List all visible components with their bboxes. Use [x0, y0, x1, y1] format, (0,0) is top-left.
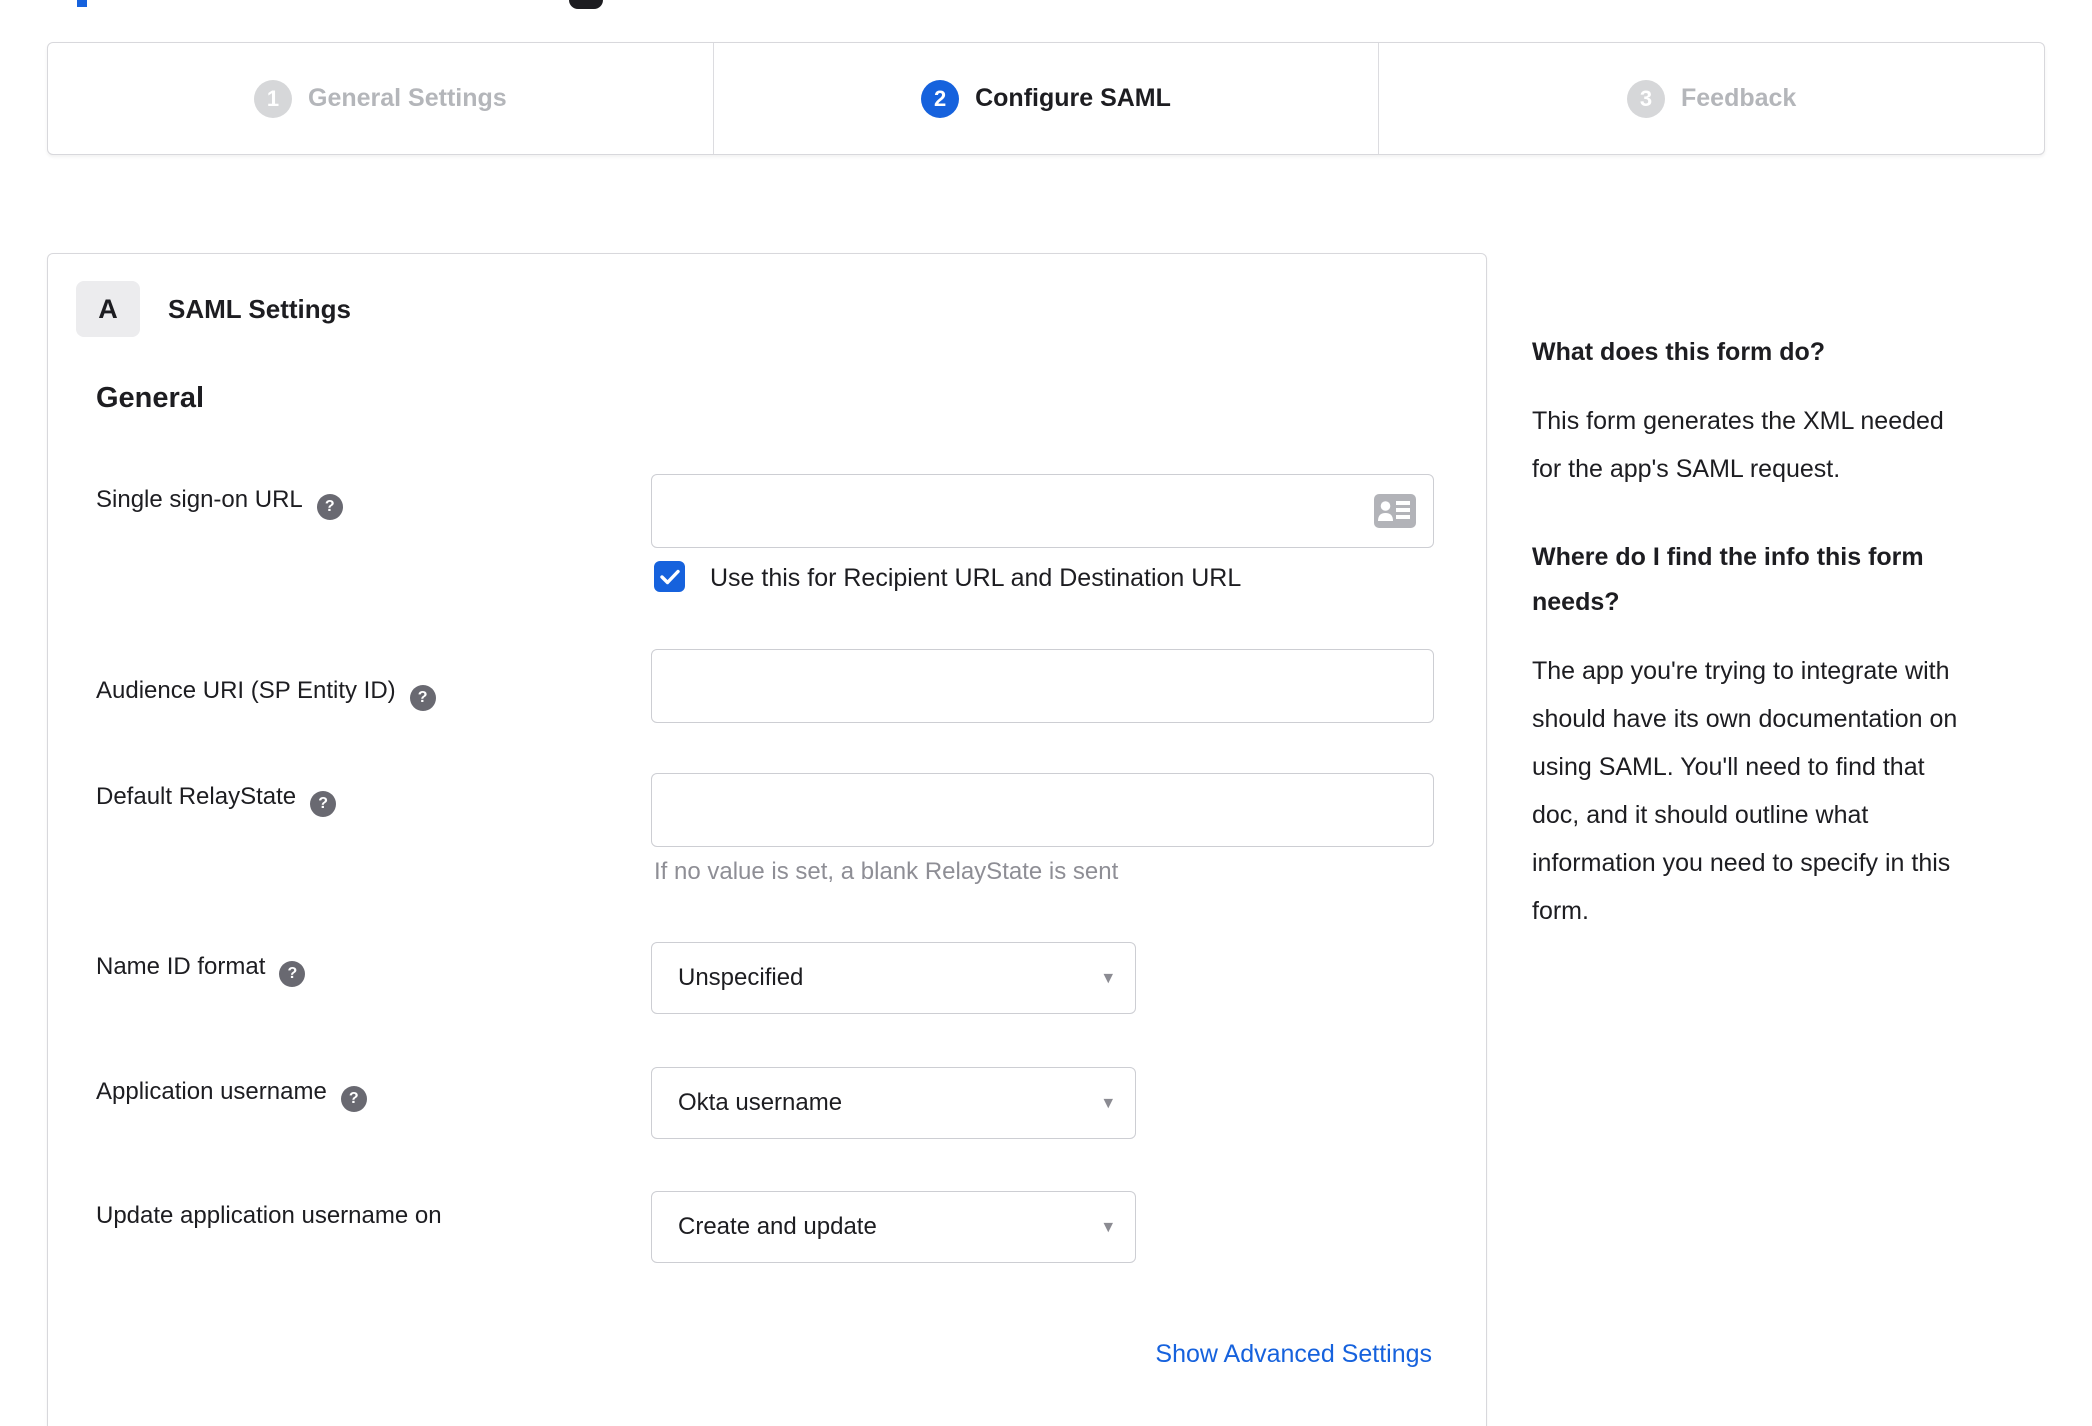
help-icon[interactable]: ?	[279, 961, 306, 987]
step-1-number-badge: 1	[254, 79, 292, 118]
audience-uri-input[interactable]	[651, 649, 1434, 723]
sidebar-heading-what: What does this form do?	[1532, 338, 1826, 366]
default-relaystate-input[interactable]	[651, 773, 1434, 847]
checkmark-icon	[659, 569, 680, 584]
application-username-select[interactable]: Okta username ▾	[651, 1067, 1136, 1139]
help-sidebar: What does this form do? This form genera…	[1532, 330, 2046, 977]
chevron-down-icon: ▾	[1103, 1092, 1113, 1114]
cutoff-dark-artifact	[569, 0, 603, 9]
update-application-username-label: Update application username on	[96, 1202, 442, 1229]
step-3-label: Feedback	[1681, 84, 1797, 112]
audience-uri-label: Audience URI (SP Entity ID)?	[96, 677, 436, 711]
section-a-badge: A	[76, 281, 140, 337]
step-2-number-badge: 2	[921, 79, 960, 118]
step-2-label: Configure SAML	[975, 84, 1171, 112]
help-icon[interactable]: ?	[310, 791, 337, 817]
chevron-down-icon: ▾	[1103, 967, 1113, 989]
sidebar-paragraph-what: This form generates the XML needed for t…	[1532, 407, 1944, 483]
recipient-url-checkbox-label[interactable]: Use this for Recipient URL and Destinati…	[710, 564, 1241, 593]
help-icon[interactable]: ?	[316, 494, 343, 520]
name-id-format-value: Unspecified	[678, 964, 804, 991]
sidebar-heading-where: Where do I find the info this form needs…	[1532, 543, 1924, 616]
step-feedback[interactable]: 3 Feedback	[1378, 43, 2044, 154]
application-username-value: Okta username	[678, 1089, 843, 1116]
update-application-username-value: Create and update	[678, 1213, 877, 1240]
relaystate-hint: If no value is set, a blank RelayState i…	[654, 858, 1119, 885]
step-3-number-badge: 3	[1627, 79, 1665, 118]
name-id-format-label: Name ID format?	[96, 953, 306, 987]
update-application-username-select[interactable]: Create and update ▾	[651, 1191, 1136, 1263]
name-id-format-select[interactable]: Unspecified ▾	[651, 942, 1136, 1014]
step-configure-saml[interactable]: 2 Configure SAML	[712, 43, 1379, 154]
sso-url-label: Single sign-on URL?	[96, 486, 343, 520]
cutoff-blue-artifact	[77, 0, 87, 7]
configure-saml-page: 1 General Settings 2 Configure SAML 3 Fe…	[0, 0, 2092, 1426]
help-icon[interactable]: ?	[409, 685, 436, 711]
sidebar-paragraph-where: The app you're trying to integrate with …	[1532, 657, 1958, 925]
recipient-url-checkbox[interactable]	[654, 561, 685, 592]
sso-url-input[interactable]	[651, 474, 1434, 548]
section-title: SAML Settings	[168, 294, 351, 324]
help-icon[interactable]: ?	[340, 1086, 367, 1112]
saml-settings-panel: A SAML Settings General Single sign-on U…	[47, 253, 1487, 1426]
wizard-stepper: 1 General Settings 2 Configure SAML 3 Fe…	[47, 42, 2045, 155]
group-title-general: General	[96, 382, 204, 414]
step-1-label: General Settings	[308, 84, 507, 112]
show-advanced-settings-link[interactable]: Show Advanced Settings	[1155, 1340, 1432, 1369]
chevron-down-icon: ▾	[1103, 1216, 1113, 1238]
application-username-label: Application username?	[96, 1078, 367, 1112]
default-relaystate-label: Default RelayState?	[96, 783, 337, 817]
step-general-settings[interactable]: 1 General Settings	[48, 43, 713, 154]
